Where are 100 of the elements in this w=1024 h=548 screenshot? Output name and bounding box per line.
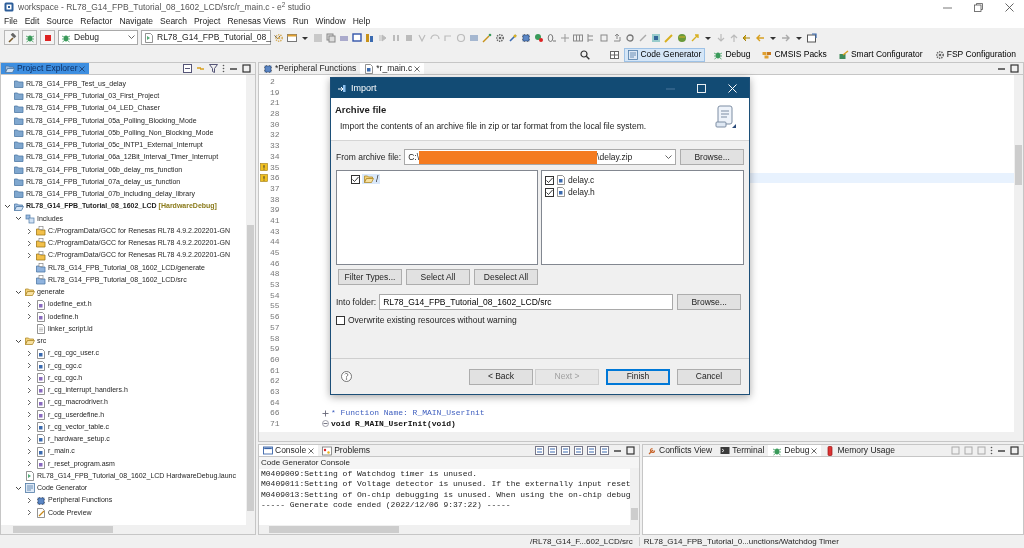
expand-fold-icon[interactable]: [322, 409, 329, 417]
sync-icon[interactable]: [625, 32, 635, 43]
selection-button[interactable]: Select All: [406, 269, 470, 285]
chevron-icon[interactable]: [26, 227, 33, 235]
tab[interactable]: Problems: [318, 445, 375, 456]
browse-button[interactable]: Browse...: [680, 149, 744, 165]
close-icon[interactable]: [1005, 2, 1014, 12]
columns-icon[interactable]: [573, 32, 583, 43]
close-icon[interactable]: [308, 447, 315, 454]
chevron-icon[interactable]: [26, 362, 33, 370]
chevron-icon[interactable]: [26, 423, 33, 431]
menu-item[interactable]: Edit: [24, 15, 40, 27]
chevron-icon[interactable]: [26, 239, 33, 247]
chevron-icon[interactable]: [26, 386, 33, 394]
tab[interactable]: Memory Usage: [821, 445, 900, 456]
tab[interactable]: Conflicts View: [643, 445, 717, 456]
checkbox[interactable]: [336, 315, 345, 325]
menu-item[interactable]: Window: [315, 15, 346, 27]
open-perspective-icon[interactable]: [610, 49, 621, 60]
gear-icon[interactable]: [274, 32, 284, 43]
chevron-icon[interactable]: [26, 460, 33, 468]
perspective-button[interactable]: Debug: [709, 47, 755, 62]
menu-item[interactable]: Source: [46, 15, 74, 27]
chevron-icon[interactable]: [15, 288, 22, 296]
gear-icon[interactable]: [495, 32, 505, 43]
plug-icon[interactable]: [508, 32, 518, 43]
globe-icon[interactable]: [677, 32, 687, 43]
search-icon[interactable]: [580, 49, 591, 60]
chevron-icon[interactable]: [4, 203, 11, 211]
terminate-button[interactable]: [40, 30, 55, 45]
tree-item[interactable]: /: [362, 174, 381, 185]
chevron-icon[interactable]: [26, 350, 33, 358]
last-edit-icon[interactable]: [742, 32, 752, 43]
tab[interactable]: *Peripheral Functions: [259, 63, 361, 74]
menu-item[interactable]: Run: [292, 15, 309, 27]
wizard-button[interactable]: < Back: [469, 368, 533, 385]
board-icon[interactable]: [651, 32, 661, 43]
checkbox[interactable]: [545, 175, 554, 185]
menu-item[interactable]: Search: [160, 15, 187, 27]
list-item[interactable]: delay.c: [568, 174, 595, 186]
chevron-icon[interactable]: [26, 448, 33, 456]
checkbox[interactable]: [545, 187, 554, 197]
perspective-button[interactable]: FSP Configuration: [930, 47, 1020, 62]
selection-button[interactable]: Filter Types...: [338, 269, 402, 285]
menu-item[interactable]: Refactor: [80, 15, 113, 27]
register-icon[interactable]: [547, 32, 557, 43]
close-icon[interactable]: [811, 447, 818, 454]
selection-button[interactable]: Deselect All: [474, 269, 538, 285]
menu-item[interactable]: Project: [193, 15, 221, 27]
browse-button[interactable]: Browse...: [677, 294, 742, 310]
chevron-icon[interactable]: [26, 509, 33, 517]
chevron-icon[interactable]: [26, 411, 33, 419]
tab[interactable]: Console: [259, 445, 319, 456]
lock-scroll-icon[interactable]: [548, 446, 557, 455]
chevron-icon[interactable]: [15, 337, 22, 345]
menu-item[interactable]: File: [4, 15, 18, 27]
maximize-icon[interactable]: [626, 446, 635, 455]
collapse-fold-icon[interactable]: [322, 420, 329, 428]
menu-item[interactable]: Navigate: [119, 15, 153, 27]
pin-icon[interactable]: [574, 446, 583, 455]
perspective-button[interactable]: CMSIS Packs: [758, 47, 831, 62]
perspective-button[interactable]: Code Generator: [624, 47, 706, 62]
collapse-all-icon[interactable]: [183, 64, 192, 73]
list-item[interactable]: delay.h: [568, 186, 595, 198]
chevron-icon[interactable]: [15, 484, 22, 492]
archive-path-dropdown[interactable]: C:\ \delay.zip: [404, 149, 677, 165]
copy-icon[interactable]: [326, 32, 336, 43]
chevron-icon[interactable]: [26, 399, 33, 407]
export-icon[interactable]: [612, 32, 622, 43]
help-icon[interactable]: [341, 371, 352, 382]
display-console-icon[interactable]: [587, 446, 596, 455]
maximize-icon[interactable]: [1010, 446, 1019, 455]
menu-item[interactable]: Help: [352, 15, 371, 27]
chip-icon[interactable]: [521, 32, 531, 43]
chevron-icon[interactable]: [26, 435, 33, 443]
maximize-icon[interactable]: [1010, 64, 1019, 73]
menu-item[interactable]: Renesas Views: [227, 15, 286, 27]
word-wrap-icon[interactable]: [561, 446, 570, 455]
view-tab[interactable]: Project Explorer: [1, 63, 90, 74]
chevron-icon[interactable]: [26, 301, 33, 309]
folder-input[interactable]: RL78_G14_FPB_Tutorial_08_1602_LCD/src: [379, 294, 674, 310]
filter-icon[interactable]: [209, 64, 218, 73]
tab[interactable]: Debug: [768, 445, 822, 456]
debug-button[interactable]: [22, 30, 37, 45]
wand-icon[interactable]: [482, 32, 492, 43]
perspective-button[interactable]: Smart Configurator: [834, 47, 927, 62]
chevron-icon[interactable]: [26, 497, 33, 505]
chevron-icon[interactable]: [26, 374, 33, 382]
wizard-button[interactable]: Finish: [606, 368, 670, 385]
chevron-icon[interactable]: [26, 313, 33, 321]
new-console-icon[interactable]: [600, 446, 609, 455]
maximize-icon[interactable]: [242, 64, 251, 73]
build-button[interactable]: [4, 30, 19, 45]
configuration-dropdown[interactable]: Debug: [58, 30, 138, 45]
restore-icon[interactable]: [974, 2, 983, 12]
registers-icon[interactable]: [365, 32, 375, 43]
chevron-icon[interactable]: [15, 215, 22, 223]
clear-console-icon[interactable]: [535, 446, 544, 455]
new-window-icon[interactable]: [287, 32, 297, 43]
close-icon[interactable]: [414, 65, 421, 72]
